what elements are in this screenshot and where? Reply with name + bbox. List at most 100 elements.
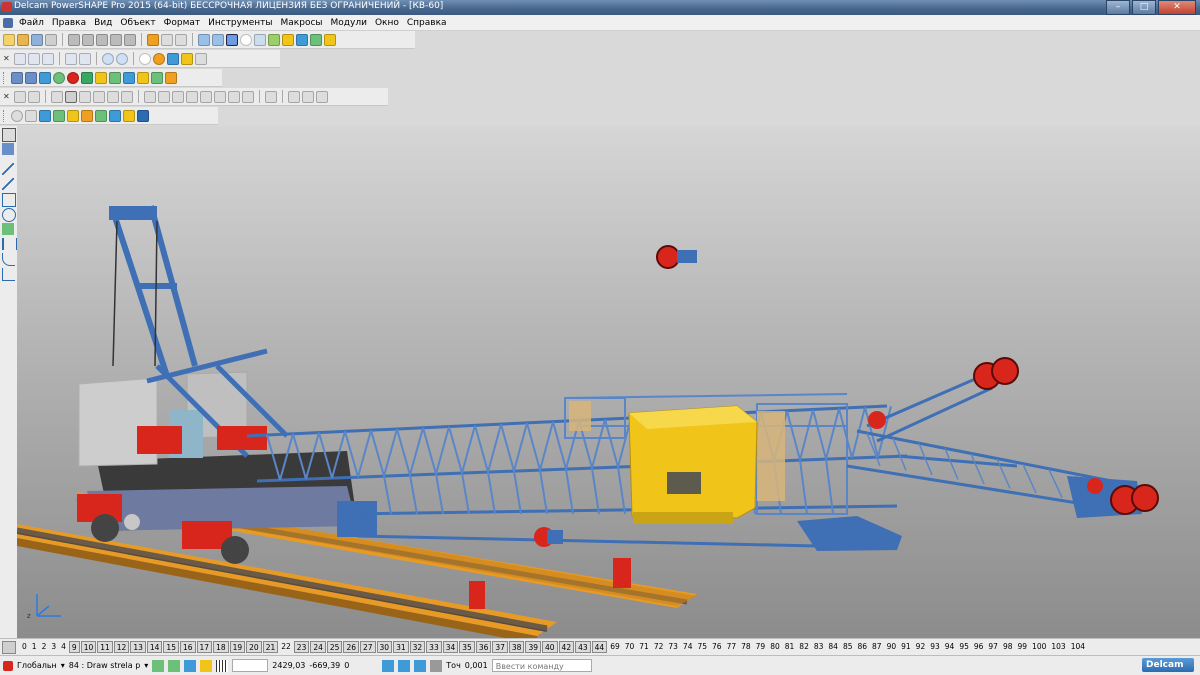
level-button[interactable]: 21 <box>262 641 279 653</box>
level-button[interactable]: 19 <box>229 641 246 653</box>
shell-icon[interactable] <box>185 90 198 103</box>
minimize-button[interactable]: – <box>1106 0 1130 15</box>
wrap-icon[interactable] <box>227 90 240 103</box>
zoom-out-icon[interactable] <box>115 52 128 65</box>
undo-icon[interactable] <box>147 33 159 46</box>
constraint-icon[interactable] <box>67 109 79 122</box>
level-button[interactable]: 13 <box>130 641 146 653</box>
view-top-icon[interactable] <box>27 52 40 65</box>
level-button[interactable]: 9 <box>68 641 80 653</box>
level-button[interactable]: 78 <box>739 641 753 653</box>
dimension-icon[interactable] <box>212 33 224 46</box>
level-button[interactable]: 16 <box>179 641 196 653</box>
cut-icon[interactable] <box>68 33 80 46</box>
level-button[interactable]: 12 <box>113 641 130 653</box>
level-button[interactable]: 18 <box>213 641 229 653</box>
menu-file[interactable]: Файл <box>15 18 48 28</box>
sphere-icon[interactable] <box>53 71 65 84</box>
rotate-icon[interactable] <box>27 90 40 103</box>
view-iso-icon[interactable] <box>13 52 26 65</box>
level-button[interactable]: 71 <box>637 641 651 653</box>
level-button[interactable]: 17 <box>196 641 213 653</box>
pattern-icon[interactable] <box>171 90 184 103</box>
level-button[interactable]: 76 <box>710 641 724 653</box>
analysis-icon[interactable] <box>287 90 300 103</box>
level-select[interactable]: 84 : Draw strela p <box>69 661 140 670</box>
level-button[interactable]: 42 <box>558 641 575 653</box>
paste-icon[interactable] <box>96 33 108 46</box>
axis-icon[interactable] <box>25 109 37 122</box>
command-input[interactable]: Ввести команду <box>491 659 592 672</box>
wireframe-icon[interactable] <box>166 52 179 65</box>
level-button[interactable]: 2 <box>40 641 49 653</box>
level-button[interactable]: 24 <box>310 641 326 653</box>
level-button[interactable]: 27 <box>359 641 376 653</box>
level-button[interactable]: 79 <box>754 641 768 653</box>
shaded-icon[interactable] <box>152 52 165 65</box>
level-button[interactable]: 96 <box>972 641 986 653</box>
level-button[interactable]: 84 <box>826 641 840 653</box>
level-button[interactable]: 95 <box>957 641 971 653</box>
open-file-icon[interactable] <box>17 33 29 46</box>
level-button[interactable]: 35 <box>459 641 475 653</box>
level-button[interactable]: 23 <box>293 641 310 653</box>
level-button[interactable]: 86 <box>855 641 869 653</box>
level-button[interactable]: 3 <box>49 641 58 653</box>
draft-icon[interactable] <box>213 90 226 103</box>
graphics-viewport[interactable]: z <box>17 126 1200 638</box>
level-button[interactable]: 1 <box>30 641 39 653</box>
level-button[interactable]: 32 <box>409 641 426 653</box>
offset-icon[interactable] <box>78 90 91 103</box>
dimension-tool-icon[interactable] <box>2 238 18 250</box>
level-button[interactable]: 77 <box>725 641 739 653</box>
level-button[interactable]: 25 <box>326 641 343 653</box>
trim-icon[interactable] <box>120 90 133 103</box>
group-icon[interactable] <box>264 90 277 103</box>
render-icon[interactable] <box>310 33 322 46</box>
scale-icon[interactable] <box>64 90 77 103</box>
level-button[interactable]: 22 <box>279 641 293 653</box>
level-button[interactable]: 100 <box>1030 641 1048 653</box>
select-icon[interactable] <box>226 33 238 46</box>
level-button[interactable]: 81 <box>783 641 797 653</box>
electrode-icon[interactable] <box>123 109 135 122</box>
surface-icon[interactable] <box>268 33 280 46</box>
level-button[interactable]: 73 <box>666 641 680 653</box>
render-status-icon[interactable] <box>200 659 213 672</box>
workplane-select[interactable]: Глобальн <box>17 661 57 670</box>
scissors-icon[interactable] <box>124 33 136 46</box>
measure-icon[interactable] <box>198 33 210 46</box>
extrude-icon[interactable] <box>109 71 121 84</box>
model-status-icon[interactable] <box>152 659 165 672</box>
insert-component-icon[interactable] <box>39 109 51 122</box>
save-icon[interactable] <box>31 33 43 46</box>
level-button[interactable]: 80 <box>768 641 782 653</box>
solid-icon[interactable] <box>282 33 294 46</box>
menu-macros[interactable]: Макросы <box>277 18 327 28</box>
level-button[interactable]: 26 <box>343 641 359 653</box>
explode-icon[interactable] <box>81 109 93 122</box>
level-button[interactable]: 104 <box>1069 641 1087 653</box>
curve-icon[interactable] <box>2 253 15 266</box>
level-button[interactable]: 98 <box>1001 641 1015 653</box>
redo-icon[interactable] <box>161 33 173 46</box>
cylinder-icon[interactable] <box>95 71 107 84</box>
fillet-icon[interactable] <box>151 71 163 84</box>
rectangle-icon[interactable] <box>2 193 16 207</box>
close-toolbar-icon[interactable]: ✕ <box>3 54 10 63</box>
revolve-icon[interactable] <box>123 71 135 84</box>
level-button[interactable]: 69 <box>608 641 622 653</box>
mirror-icon[interactable] <box>50 90 63 103</box>
morph-icon[interactable] <box>241 90 254 103</box>
menu-tools[interactable]: Инструменты <box>204 18 276 28</box>
view-side-icon[interactable] <box>64 52 77 65</box>
block-icon[interactable] <box>39 71 51 84</box>
select-arrow-icon[interactable] <box>2 128 16 142</box>
solid-box-icon[interactable] <box>2 223 14 235</box>
level-button[interactable]: 97 <box>986 641 1000 653</box>
magic-icon[interactable] <box>324 33 336 46</box>
snap-icon[interactable] <box>430 659 443 672</box>
level-button[interactable]: 4 <box>59 641 68 653</box>
relative-icon[interactable] <box>398 659 411 672</box>
level-button[interactable]: 92 <box>914 641 928 653</box>
